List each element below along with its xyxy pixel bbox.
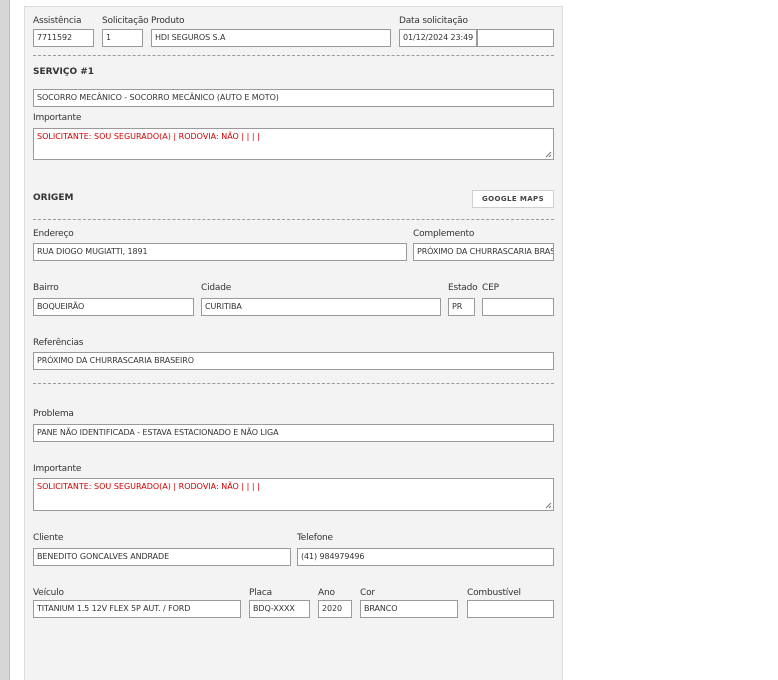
- complemento-label: Complemento: [413, 229, 475, 239]
- complemento-field[interactable]: PRÓXIMO DA CHURRASCARIA BRASEIRO: [413, 243, 554, 261]
- endereco-label: Endereço: [33, 229, 74, 239]
- importante-label: Importante: [33, 113, 82, 123]
- importante-text: SOLICITANTE: SOU SEGURADO(A) | RODOVIA: …: [37, 132, 260, 141]
- solicitacao-field[interactable]: 1: [102, 29, 143, 47]
- cidade-field[interactable]: CURITIBA: [201, 298, 441, 316]
- importante-textarea[interactable]: SOLICITANTE: SOU SEGURADO(A) | RODOVIA: …: [33, 128, 554, 160]
- estado-label: Estado: [448, 283, 478, 293]
- ano-label: Ano: [318, 588, 335, 598]
- data-solicitacao-label: Data solicitação: [399, 16, 468, 26]
- importante-text-2: SOLICITANTE: SOU SEGURADO(A) | RODOVIA: …: [37, 482, 260, 491]
- veiculo-field[interactable]: TITANIUM 1.5 12V FLEX 5P AUT. / FORD: [33, 600, 241, 618]
- bairro-label: Bairro: [33, 283, 59, 293]
- referencias-label: Referências: [33, 338, 84, 348]
- section-divider: [33, 55, 554, 56]
- problema-field[interactable]: PANE NÃO IDENTIFICADA - ESTAVA ESTACIONA…: [33, 424, 554, 442]
- referencias-field[interactable]: PRÓXIMO DA CHURRASCARIA BRASEIRO: [33, 352, 554, 370]
- data-solicitacao-field[interactable]: 01/12/2024 23:49: [399, 29, 477, 47]
- servico-field[interactable]: SOCORRO MECÂNICO - SOCORRO MECÂNICO (AUT…: [33, 89, 554, 107]
- telefone-label: Telefone: [297, 533, 333, 543]
- importante-textarea-2[interactable]: SOLICITANTE: SOU SEGURADO(A) | RODOVIA: …: [33, 478, 554, 511]
- cor-label: Cor: [360, 588, 375, 598]
- importante-label-2: Importante: [33, 464, 82, 474]
- data-solicitacao-extra-field[interactable]: [477, 29, 554, 47]
- cep-field[interactable]: [482, 298, 554, 316]
- resize-grip-icon[interactable]: [545, 151, 552, 158]
- cliente-label: Cliente: [33, 533, 64, 543]
- origem-title: ORIGEM: [33, 193, 74, 203]
- section-divider: [33, 219, 554, 220]
- produto-label: Produto: [151, 16, 185, 26]
- combustivel-label: Combustível: [467, 588, 521, 598]
- cor-field[interactable]: BRANCO: [360, 600, 458, 618]
- combustivel-field[interactable]: [467, 600, 554, 618]
- cep-label: CEP: [482, 283, 499, 293]
- left-scroll-gutter: [0, 0, 9, 680]
- cliente-field[interactable]: BENEDITO GONCALVES ANDRADE: [33, 548, 291, 566]
- section-divider: [33, 383, 554, 384]
- placa-label: Placa: [249, 588, 272, 598]
- servico-title: SERVIÇO #1: [33, 67, 95, 77]
- problema-label: Problema: [33, 409, 74, 419]
- cidade-label: Cidade: [201, 283, 232, 293]
- solicitacao-label: Solicitação: [102, 16, 149, 26]
- estado-field[interactable]: PR: [448, 298, 475, 316]
- produto-field[interactable]: HDI SEGUROS S.A: [151, 29, 391, 47]
- resize-grip-icon[interactable]: [545, 502, 552, 509]
- placa-field[interactable]: BDQ-XXXX: [249, 600, 310, 618]
- assistencia-field[interactable]: 7711592: [33, 29, 94, 47]
- assistencia-label: Assistência: [33, 16, 82, 26]
- ano-field[interactable]: 2020: [318, 600, 352, 618]
- google-maps-button[interactable]: GOOGLE MAPS: [472, 190, 554, 208]
- left-gutter-divider: [9, 0, 10, 680]
- endereco-field[interactable]: RUA DIOGO MUGIATTI, 1891: [33, 243, 407, 261]
- veiculo-label: Veículo: [33, 588, 64, 598]
- telefone-field[interactable]: (41) 984979496: [297, 548, 554, 566]
- bairro-field[interactable]: BOQUEIRÃO: [33, 298, 194, 316]
- service-form-panel: [24, 6, 563, 680]
